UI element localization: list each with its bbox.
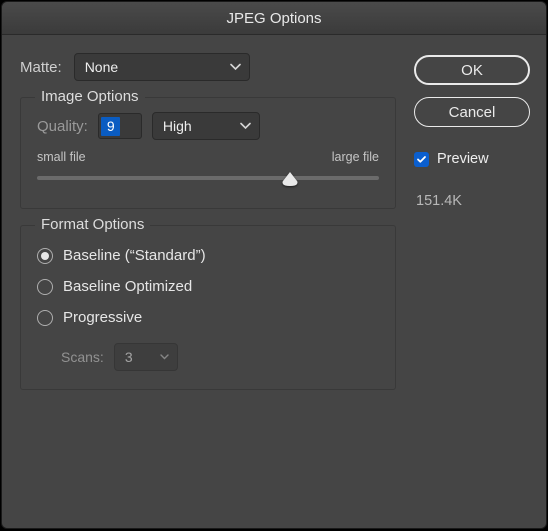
matte-label: Matte: [20, 59, 62, 76]
quality-row: Quality: 9 High [37, 112, 379, 140]
quality-slider[interactable] [37, 170, 379, 192]
quality-slider-wrap: small file large file [37, 150, 379, 192]
matte-value: None [85, 59, 118, 75]
ok-button[interactable]: OK [414, 55, 530, 85]
image-options-legend: Image Options [35, 88, 145, 105]
title: JPEG Options [226, 10, 321, 27]
preview-check-row[interactable]: Preview [414, 151, 530, 167]
scans-value: 3 [125, 349, 133, 365]
ok-label: OK [461, 62, 483, 79]
quality-label: Quality: [37, 118, 88, 135]
slider-track [37, 176, 379, 180]
jpeg-options-dialog: JPEG Options Matte: None Image Options Q… [1, 1, 547, 529]
titlebar: JPEG Options [2, 2, 546, 35]
image-options-fieldset: Image Options Quality: 9 High s [20, 97, 396, 209]
matte-row: Matte: None [20, 53, 396, 81]
filesize-text: 151.4K [414, 193, 530, 209]
chevron-down-icon [230, 64, 241, 71]
scans-dropdown: 3 [114, 343, 178, 371]
radio-icon [37, 310, 53, 326]
radio-label: Baseline Optimized [63, 278, 192, 295]
radio-icon [37, 248, 53, 264]
cancel-label: Cancel [449, 104, 496, 121]
radio-baseline-standard[interactable]: Baseline (“Standard”) [37, 240, 379, 271]
preview-checkbox[interactable] [414, 152, 429, 167]
quality-preset-dropdown[interactable]: High [152, 112, 260, 140]
slider-thumb[interactable] [282, 172, 298, 186]
dialog-body: Matte: None Image Options Quality: 9 H [2, 35, 546, 528]
check-icon [416, 154, 427, 165]
cancel-button[interactable]: Cancel [414, 97, 530, 127]
format-options-legend: Format Options [35, 216, 150, 233]
slider-label-left: small file [37, 150, 86, 164]
preview-label: Preview [437, 151, 489, 167]
quality-preset-value: High [163, 118, 192, 134]
chevron-down-icon [160, 354, 169, 360]
quality-value: 9 [101, 117, 120, 136]
chevron-down-icon [240, 123, 251, 130]
left-panel: Matte: None Image Options Quality: 9 H [20, 53, 396, 512]
matte-dropdown[interactable]: None [74, 53, 250, 81]
radio-baseline-optimized[interactable]: Baseline Optimized [37, 271, 379, 302]
radio-progressive[interactable]: Progressive [37, 302, 379, 333]
quality-input[interactable]: 9 [98, 113, 142, 139]
slider-labels: small file large file [37, 150, 379, 164]
radio-label: Baseline (“Standard”) [63, 247, 206, 264]
radio-label: Progressive [63, 309, 142, 326]
right-panel: OK Cancel Preview 151.4K [414, 53, 530, 512]
scans-label: Scans: [61, 349, 104, 365]
slider-label-right: large file [332, 150, 379, 164]
format-options-fieldset: Format Options Baseline (“Standard”) Bas… [20, 225, 396, 390]
radio-icon [37, 279, 53, 295]
scans-row: Scans: 3 [37, 333, 379, 371]
